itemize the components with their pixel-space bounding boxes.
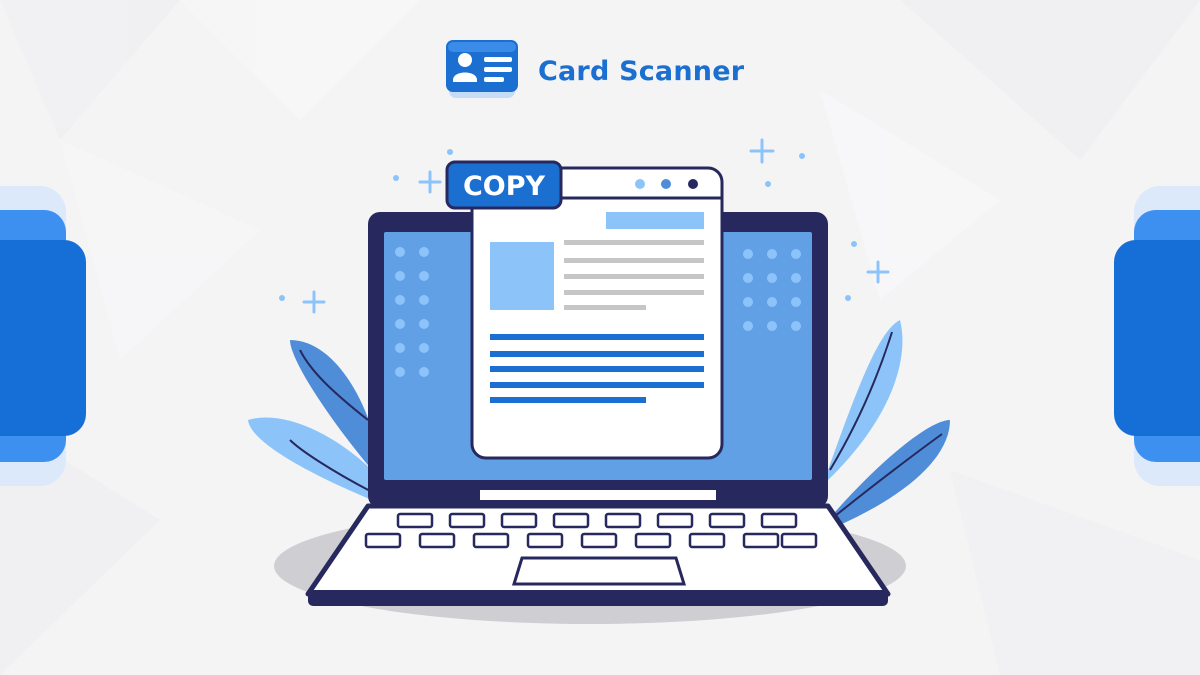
laptop-keyboard (305, 503, 891, 606)
id-card-icon (446, 40, 518, 98)
right-side-decor (1114, 186, 1200, 486)
right-plant-icon (828, 320, 950, 530)
copy-badge-text: COPY (463, 171, 546, 202)
left-side-decor (0, 186, 86, 486)
brand-name: Card Scanner (538, 55, 745, 87)
copy-badge: COPY (445, 160, 563, 210)
left-plant-icon (248, 340, 373, 500)
hero-banner: COPY Card Scanner (0, 0, 1200, 675)
document-window (470, 166, 724, 460)
brand-logo: Card Scanner (446, 40, 744, 102)
